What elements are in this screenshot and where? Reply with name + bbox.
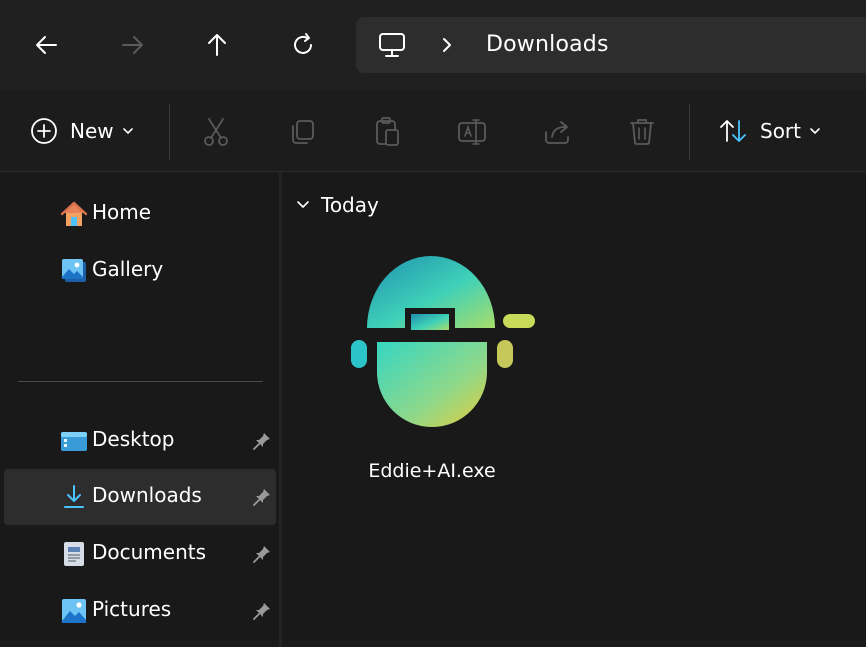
pictures-icon [62,599,86,623]
copy-button[interactable] [287,117,317,147]
breadcrumb-downloads[interactable]: Downloads [486,32,609,57]
address-bar[interactable]: Downloads [356,17,866,73]
sort-button-label: Sort [760,119,801,143]
plus-circle-icon [31,118,57,144]
new-button-label: New [70,119,114,143]
share-button[interactable] [543,117,573,147]
delete-icon [630,119,654,145]
navigation-pane: Home Gallery Desktop Downloads Documents… [0,172,282,647]
file-list: Today Eddie+AI.exe [285,172,866,647]
command-bar: New Sort [0,90,866,172]
refresh-icon [294,33,312,54]
sidebar-divider [18,381,263,382]
sidebar-item-downloads[interactable]: Downloads [4,469,276,525]
sidebar-item-label: Pictures [92,597,172,621]
pin-icon[interactable] [252,544,272,564]
chevron-down-icon [122,128,133,135]
sidebar-item-gallery[interactable]: Gallery [4,243,276,299]
eddie-ai-app-icon [351,256,535,427]
pin-icon[interactable] [252,601,272,621]
documents-icon [64,542,84,566]
desktop-folder-icon [61,432,87,451]
copy-icon [292,120,314,144]
paste-icon [376,117,399,146]
group-header-label: Today [321,193,379,217]
group-header-today[interactable]: Today [295,190,379,220]
sidebar-item-desktop[interactable]: Desktop [4,413,276,469]
chevron-down-icon [810,128,820,135]
sidebar-item-label: Desktop [92,427,175,451]
rename-button[interactable] [457,117,487,147]
sidebar-item-pictures[interactable]: Pictures [4,583,276,639]
chevron-down-icon [297,201,309,208]
toolbar-divider [169,104,170,160]
pc-monitor-icon [379,33,405,57]
forward-arrow-icon [122,36,143,54]
sidebar-item-label: Home [92,200,152,224]
delete-button[interactable] [627,117,657,147]
back-arrow-icon [36,36,57,54]
up-button[interactable] [197,25,237,65]
pin-icon[interactable] [252,431,272,451]
sort-button[interactable]: Sort [718,90,821,172]
gallery-icon [62,259,86,282]
pin-icon[interactable] [252,487,272,507]
forward-button[interactable] [112,25,152,65]
sidebar-item-home[interactable]: Home [4,186,276,242]
title-bar: Downloads [0,0,866,90]
cut-button[interactable] [201,117,231,147]
download-icon [64,485,84,508]
sort-icon [720,120,746,142]
sidebar-item-label: Downloads [92,483,202,507]
cut-icon [204,118,228,146]
sidebar-item-label: Gallery [92,257,164,281]
back-button[interactable] [27,25,67,65]
refresh-button[interactable] [283,25,323,65]
up-arrow-icon [208,34,226,56]
file-item[interactable]: Eddie+AI.exe [347,250,535,490]
toolbar-divider [689,104,690,160]
chevron-right-icon[interactable] [440,36,454,54]
share-icon [545,121,569,144]
sidebar-item-label: Documents [92,540,207,564]
new-button[interactable]: New [30,90,134,172]
rename-icon [458,119,486,145]
home-icon [60,201,88,226]
paste-button[interactable] [372,117,402,147]
sidebar-item-documents[interactable]: Documents [4,526,276,582]
file-name: Eddie+AI.exe [368,460,496,482]
